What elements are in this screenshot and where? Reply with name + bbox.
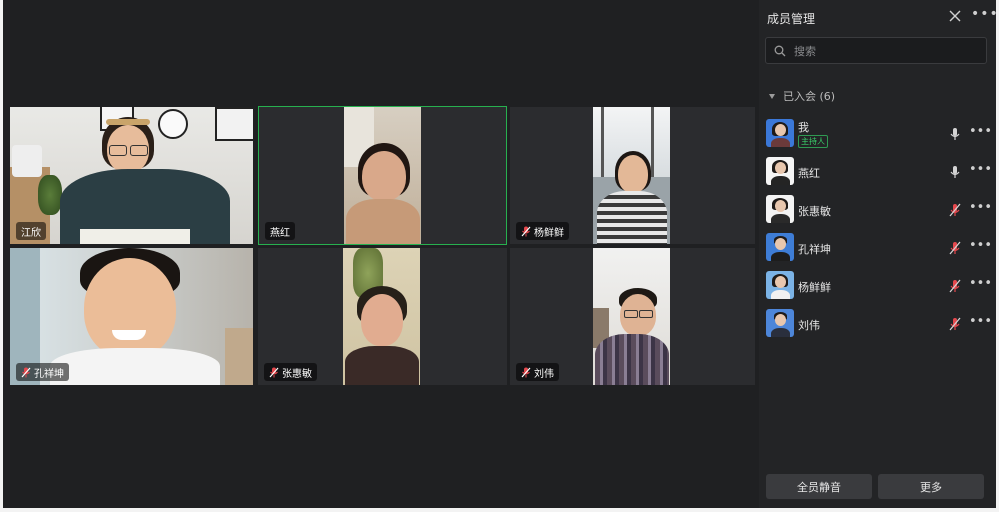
microphone-muted-icon [21, 367, 31, 378]
video-tile-2[interactable]: 燕红 [258, 106, 507, 245]
participant-name: 刘伟 [534, 368, 554, 380]
member-row[interactable]: 燕红 ••• [759, 153, 996, 191]
microphone-icon[interactable] [948, 164, 962, 178]
meeting-window: 江欣 燕红 杨鲜鲜 孔祥坤 张惠敏 刘伟 成员管理 •• 搜索 已入会 (6) … [3, 0, 996, 508]
participant-nametag: 张惠敏 [264, 363, 317, 381]
joined-section-toggle[interactable]: 已入会 (6) [769, 88, 835, 104]
member-more-icon[interactable]: ••• [969, 200, 992, 216]
video-tile-3[interactable]: 杨鲜鲜 [510, 107, 755, 244]
participant-name: 张惠敏 [282, 368, 312, 380]
video-tile-5[interactable]: 张惠敏 [258, 248, 507, 385]
video-tile-1[interactable]: 江欣 [10, 107, 253, 244]
member-row[interactable]: 我 主持人 ••• [759, 115, 996, 153]
microphone-muted-icon[interactable] [948, 202, 962, 217]
participant-nametag: 江欣 [16, 222, 46, 240]
participant-nametag: 刘伟 [516, 363, 559, 381]
member-more-icon[interactable]: ••• [969, 238, 992, 254]
microphone-icon[interactable] [948, 126, 962, 140]
participant-video [10, 107, 253, 244]
member-row[interactable]: 孔祥坤 ••• [759, 229, 996, 267]
joined-count-label: 已入会 (6) [783, 90, 836, 103]
member-search[interactable] [765, 37, 987, 64]
avatar [766, 195, 794, 223]
member-more-icon[interactable]: ••• [969, 314, 992, 330]
video-tile-4[interactable]: 孔祥坤 [10, 248, 253, 385]
microphone-muted-icon[interactable] [948, 278, 962, 293]
member-name: 孔祥坤 [798, 243, 831, 256]
more-button[interactable]: 更多 [878, 474, 984, 499]
mute-all-button[interactable]: 全员静音 [766, 474, 872, 499]
participant-name: 孔祥坤 [34, 368, 64, 380]
member-row[interactable]: 刘伟 ••• [759, 305, 996, 343]
microphone-muted-icon[interactable] [948, 240, 962, 255]
member-management-panel: 成员管理 ••• 已入会 (6) 我 主持人 ••• [759, 0, 996, 508]
microphone-muted-icon [521, 226, 531, 237]
member-row[interactable]: 杨鲜鲜 ••• [759, 267, 996, 305]
avatar [766, 271, 794, 299]
participant-nametag: 燕红 [265, 222, 295, 240]
member-more-icon[interactable]: ••• [969, 162, 992, 178]
member-row[interactable]: 张惠敏 ••• [759, 191, 996, 229]
participant-nametag: 杨鲜鲜 [516, 222, 569, 240]
microphone-muted-icon[interactable] [948, 316, 962, 331]
participant-video [343, 248, 420, 385]
host-badge: 主持人 [798, 135, 828, 148]
collapse-triangle-icon [769, 93, 775, 99]
close-icon[interactable] [947, 8, 963, 24]
member-name: 刘伟 [798, 319, 820, 332]
member-more-icon[interactable]: ••• [969, 276, 992, 292]
member-name: 我 [798, 121, 809, 134]
avatar [766, 233, 794, 261]
video-tile-6[interactable]: 刘伟 [510, 248, 755, 385]
participant-video [344, 107, 421, 244]
participant-name: 杨鲜鲜 [534, 227, 564, 239]
member-name: 张惠敏 [798, 205, 831, 218]
participant-name: 燕红 [270, 227, 290, 239]
participant-video [593, 248, 670, 385]
search-icon [774, 45, 786, 57]
member-name: 燕红 [798, 167, 820, 180]
member-more-icon[interactable]: ••• [969, 124, 992, 140]
panel-title: 成员管理 [767, 12, 816, 26]
search-input[interactable] [792, 42, 976, 61]
participant-nametag: 孔祥坤 [16, 363, 69, 381]
more-options-icon[interactable]: ••• [971, 6, 996, 24]
member-name: 杨鲜鲜 [798, 281, 831, 294]
video-grid: 江欣 燕红 杨鲜鲜 孔祥坤 张惠敏 刘伟 [3, 0, 756, 508]
microphone-muted-icon [269, 367, 279, 378]
avatar [766, 119, 794, 147]
microphone-muted-icon [521, 367, 531, 378]
avatar [766, 309, 794, 337]
participant-name: 江欣 [21, 227, 41, 239]
avatar [766, 157, 794, 185]
participant-video [593, 107, 670, 244]
